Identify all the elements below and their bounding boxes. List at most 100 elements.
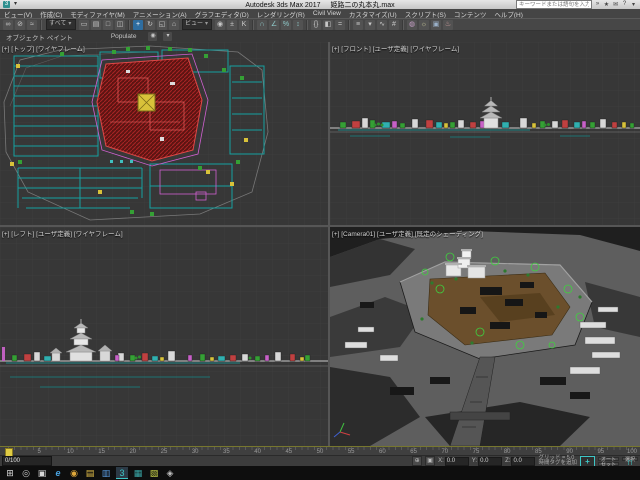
communication-center-icon[interactable]: ✉ [612, 1, 619, 8]
ribbon-tab-1[interactable]: オブジェクト ペイント [0, 32, 79, 42]
keying-buttons: オート セット [598, 457, 619, 466]
named-selection-sets-icon[interactable]: {} [311, 20, 321, 30]
snap-toggle-icon[interactable]: ∩ [257, 20, 267, 30]
ribbon-toggle-icon[interactable]: ▾ [365, 20, 375, 30]
render-setup-icon[interactable]: ☼ [419, 20, 429, 30]
menu-item-2[interactable]: 作成(C) [36, 9, 66, 19]
viewport-top[interactable]: [+] [トップ] [ワイヤフレーム] [0, 42, 328, 225]
reference-coordinate-dropdown[interactable]: ビュー▾ [182, 19, 212, 30]
select-object-icon[interactable]: ▭ [79, 20, 89, 30]
z-coordinate-group: Z: 0.0 [505, 457, 535, 466]
toolbar-separator [128, 20, 130, 30]
selection-lock-icon[interactable]: ▣ [425, 456, 435, 466]
select-move-icon[interactable]: + [133, 20, 143, 30]
menu-item-1[interactable]: ビュー(V) [0, 9, 36, 19]
select-link-icon[interactable]: ∞ [3, 20, 13, 30]
top-view-wireframe-drawing [0, 42, 328, 225]
signin-menu-icon[interactable]: ▾ [630, 1, 637, 8]
menu-item-7[interactable]: Civil View [309, 10, 345, 17]
viewport-splitter-horizontal[interactable] [0, 225, 640, 227]
frame-tick-65: 65 [410, 449, 417, 455]
favorites-star-icon[interactable]: ★ [603, 1, 610, 8]
select-place-icon[interactable]: ⌂ [169, 20, 179, 30]
ribbon-tab-2[interactable]: Populate [105, 33, 143, 40]
window-crossing-icon[interactable]: ◫ [115, 20, 125, 30]
align-icon[interactable]: = [335, 20, 345, 30]
y-label: Y: [472, 458, 477, 464]
task-view-icon[interactable]: ▣ [36, 467, 48, 479]
schematic-view-icon[interactable]: # [389, 20, 399, 30]
select-scale-icon[interactable]: ◱ [157, 20, 167, 30]
photos-app-icon[interactable]: ▦ [132, 467, 144, 479]
angle-snap-icon[interactable]: ∠ [269, 20, 279, 30]
auto-key-button[interactable]: オート [598, 457, 619, 461]
3ds-max-taskbar-icon[interactable]: 3 [116, 467, 128, 479]
edge-browser-icon[interactable]: e [52, 467, 64, 479]
mail-app-icon[interactable]: ▥ [100, 467, 112, 479]
chrome-browser-icon[interactable]: ◉ [68, 467, 80, 479]
app-menu-icon[interactable]: 3 [3, 1, 10, 8]
set-keys-button[interactable]: + [580, 456, 595, 467]
viewport-left-label[interactable]: [+] [レフト] [ユーザ定義] [ワイヤフレーム] [2, 228, 123, 238]
keyboard-override-icon[interactable]: K [239, 20, 249, 30]
absolute-offset-toggle-icon[interactable]: ⊕ [412, 456, 422, 466]
selection-filter-dropdown[interactable]: すべて▾ [46, 19, 76, 30]
frame-tick-20: 20 [129, 449, 136, 455]
menu-item-9[interactable]: スクリプト(S) [401, 9, 450, 19]
infocenter-search-input[interactable] [516, 0, 592, 9]
front-view-wireframe-drawing [330, 42, 640, 225]
select-by-name-icon[interactable]: ▤ [91, 20, 101, 30]
viewport-camera[interactable]: [+] [Camera01] [ユーザ定義] [既定のシェーディング] [330, 227, 640, 446]
set-key-mode-button[interactable]: セット [598, 462, 619, 466]
populate-icon[interactable]: ◉ [148, 32, 157, 41]
qat-dropdown-icon[interactable]: ▾ [12, 1, 19, 8]
ribbon-collapse-icon[interactable]: ▾ [163, 32, 172, 41]
menu-item-10[interactable]: コンテンツ [450, 9, 491, 19]
start-button[interactable]: ⊞ [4, 467, 16, 479]
bind-to-spacewarp-icon[interactable]: ≈ [27, 20, 37, 30]
menu-item-5[interactable]: グラフエディタ(D) [191, 9, 253, 19]
selection-region-icon[interactable]: □ [103, 20, 113, 30]
x-label: X: [438, 458, 444, 464]
material-editor-icon[interactable]: ◍ [407, 20, 417, 30]
cortana-search-icon[interactable]: ◎ [20, 467, 32, 479]
menu-item-4[interactable]: アニメーション(A) [129, 9, 191, 19]
maxscript-mini-listener[interactable]: 0/100 [2, 456, 52, 466]
select-manipulate-icon[interactable]: ± [227, 20, 237, 30]
viewport-top-label[interactable]: [+] [トップ] [ワイヤフレーム] [2, 43, 85, 53]
select-rotate-icon[interactable]: ↻ [145, 20, 155, 30]
calculator-app-icon[interactable]: ▧ [148, 467, 160, 479]
menu-item-11[interactable]: ヘルプ(H) [490, 9, 527, 19]
toolbar-separator [306, 20, 308, 30]
percent-snap-icon[interactable]: % [281, 20, 291, 30]
rendered-frame-icon[interactable]: ▣ [431, 20, 441, 30]
file-explorer-icon[interactable]: ▤ [84, 467, 96, 479]
mirror-icon[interactable]: ◧ [323, 20, 333, 30]
viewport-nav-icon[interactable]: ∏ [622, 461, 638, 466]
curve-editor-icon[interactable]: ∿ [377, 20, 387, 30]
viewport-left[interactable]: [+] [レフト] [ユーザ定義] [ワイヤフレーム] [0, 227, 328, 446]
render-production-icon[interactable]: ♨ [443, 20, 453, 30]
frame-tick-30: 30 [192, 449, 199, 455]
menu-item-3[interactable]: モディファイヤ(M) [66, 9, 129, 19]
menu-item-8[interactable]: カスタマイズ(U) [345, 9, 401, 19]
y-coordinate-field[interactable]: 0.0 [478, 457, 502, 466]
unlink-selection-icon[interactable]: ⊘ [15, 20, 25, 30]
open-file-name: 姫路二の丸本丸.max [330, 2, 394, 9]
z-coordinate-field[interactable]: 0.0 [511, 457, 535, 466]
search-go-icon[interactable]: » [594, 1, 601, 8]
viewport-camera-label[interactable]: [+] [Camera01] [ユーザ定義] [既定のシェーディング] [332, 228, 483, 238]
x-coordinate-field[interactable]: 0.0 [445, 457, 469, 466]
viewport-front[interactable]: [+] [フロント] [ユーザ定義] [ワイヤフレーム] [330, 42, 640, 225]
spinner-snap-icon[interactable]: ↕ [293, 20, 303, 30]
viewport-front-label[interactable]: [+] [フロント] [ユーザ定義] [ワイヤフレーム] [332, 43, 459, 53]
use-pivot-center-icon[interactable]: ◉ [215, 20, 225, 30]
settings-app-icon[interactable]: ◈ [164, 467, 176, 479]
z-label: Z: [505, 458, 510, 464]
toolbar-separator [40, 20, 42, 30]
help-icon[interactable]: ? [621, 1, 628, 8]
layer-manager-icon[interactable]: ≡ [353, 20, 363, 30]
frame-tick-15: 15 [98, 449, 105, 455]
menu-item-6[interactable]: レンダリング(R) [253, 9, 309, 19]
viewport-splitter-vertical[interactable] [328, 42, 330, 446]
